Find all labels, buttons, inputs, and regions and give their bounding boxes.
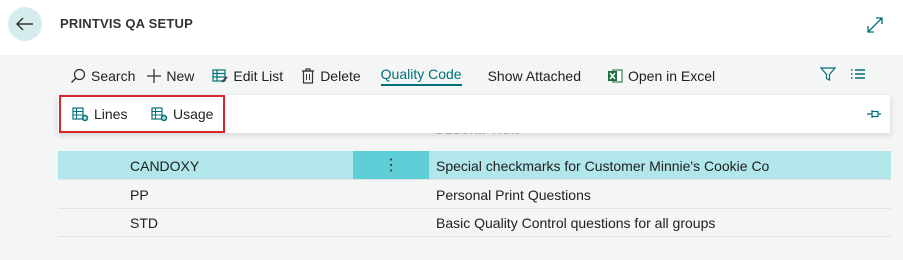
page-header: PRINTVIS QA SETUP xyxy=(0,0,903,55)
action-bar: Search New Edit List Delete Quality Code… xyxy=(58,58,890,94)
edit-list-label: Edit List xyxy=(233,68,284,84)
plus-icon xyxy=(147,69,162,83)
back-button[interactable] xyxy=(8,7,42,41)
show-attached-action[interactable]: Show Attached xyxy=(488,58,581,94)
quality-code-label: Quality Code xyxy=(380,66,462,86)
quality-code-tab[interactable]: Quality Code xyxy=(380,58,462,94)
row-code[interactable]: PP xyxy=(130,187,149,203)
pin-icon[interactable] xyxy=(866,107,882,125)
table-row[interactable]: STD Basic Quality Control questions for … xyxy=(58,208,891,237)
highlight-box xyxy=(59,95,225,133)
row-description: Basic Quality Control questions for all … xyxy=(436,215,716,231)
list-view-icon[interactable] xyxy=(850,66,866,87)
trash-icon xyxy=(301,68,315,84)
open-in-excel-action[interactable]: Open in Excel xyxy=(607,58,715,94)
row-code[interactable]: CANDOXY xyxy=(130,158,199,174)
view-controls xyxy=(819,66,866,87)
back-arrow-icon xyxy=(16,17,33,31)
delete-action[interactable]: Delete xyxy=(301,58,361,94)
search-icon xyxy=(70,68,86,84)
expand-button[interactable] xyxy=(866,16,884,34)
show-attached-label: Show Attached xyxy=(487,68,581,84)
row-code[interactable]: STD xyxy=(130,215,158,231)
excel-icon xyxy=(607,68,623,84)
delete-label: Delete xyxy=(320,68,361,84)
edit-list-icon xyxy=(212,68,228,84)
filter-icon[interactable] xyxy=(819,66,837,87)
more-vertical-icon: ⋮ xyxy=(383,157,399,174)
table-row[interactable]: CANDOXY ⋮ Special checkmarks for Custome… xyxy=(58,151,891,180)
new-action[interactable]: New xyxy=(147,58,194,94)
page-title: PRINTVIS QA SETUP xyxy=(60,16,193,31)
table-row[interactable]: PP Personal Print Questions xyxy=(58,180,891,209)
expand-icon xyxy=(867,17,883,33)
search-label: Search xyxy=(91,68,136,84)
row-description: Personal Print Questions xyxy=(436,187,591,203)
row-menu-button[interactable]: ⋮ xyxy=(353,151,429,179)
new-label: New xyxy=(166,68,195,84)
row-description: Special checkmarks for Customer Minnie's… xyxy=(436,158,770,174)
open-in-excel-label: Open in Excel xyxy=(628,68,716,84)
search-action[interactable]: Search xyxy=(70,58,135,94)
edit-list-action[interactable]: Edit List xyxy=(212,58,283,94)
